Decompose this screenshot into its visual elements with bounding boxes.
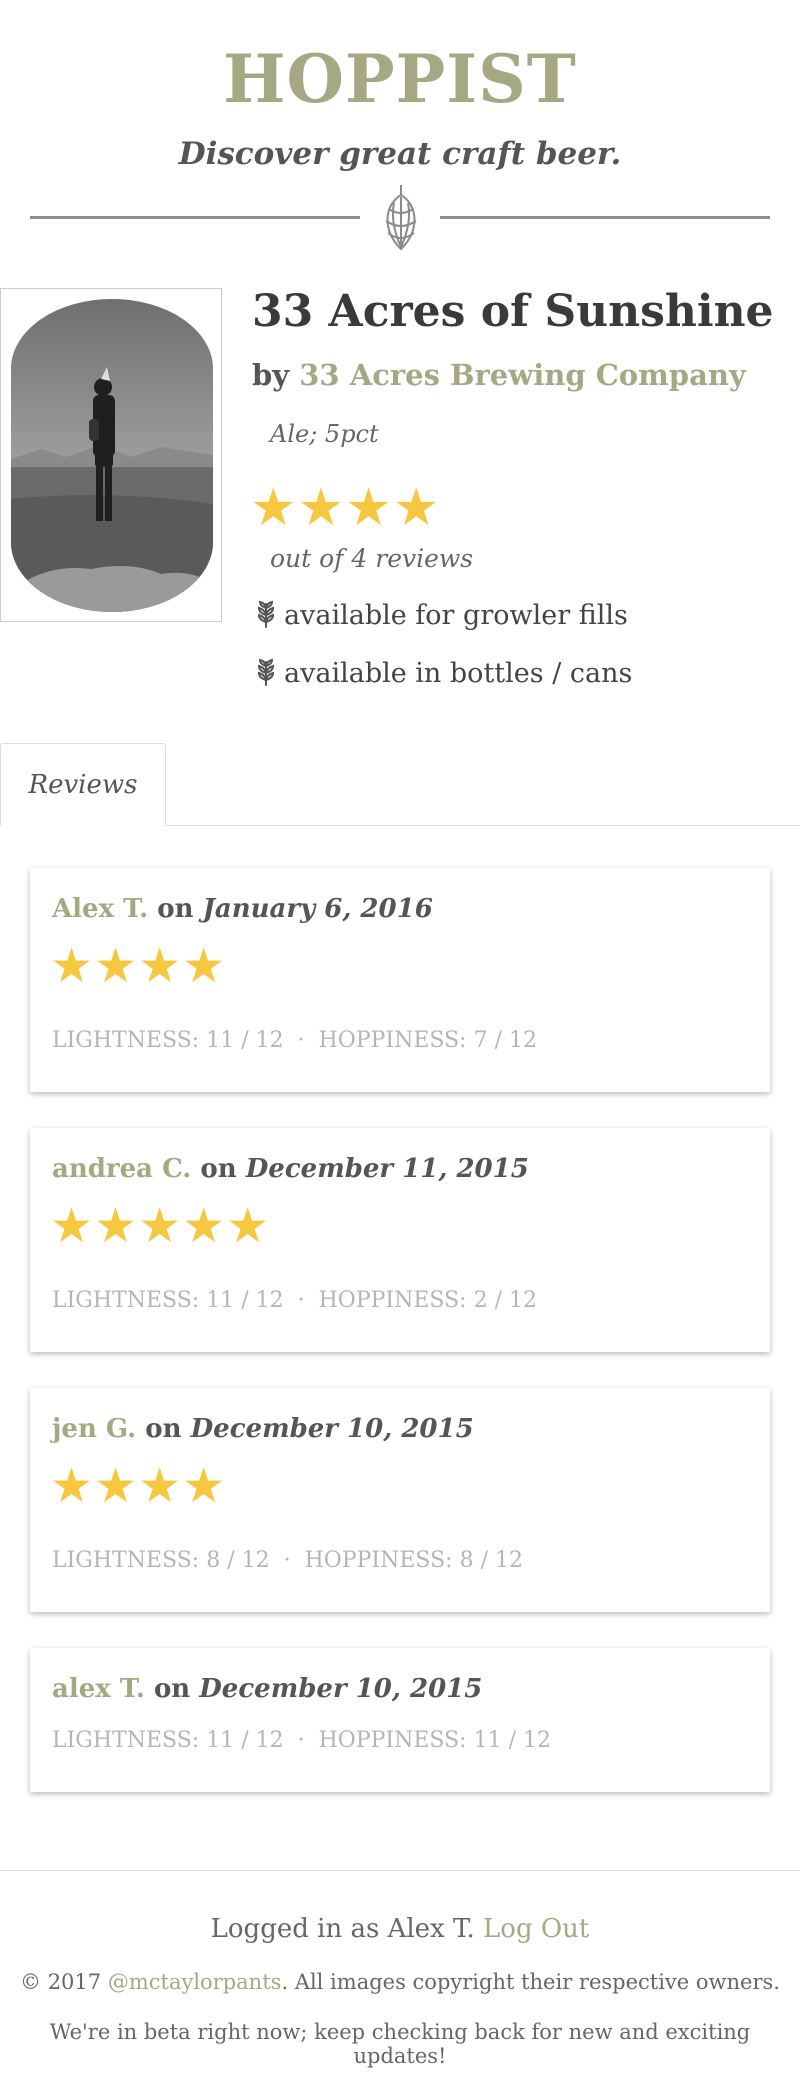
review-header: jen G. on December 10, 2015	[52, 1414, 474, 1444]
hop-icon	[385, 185, 417, 251]
review-header: andrea C. on December 11, 2015	[52, 1154, 529, 1184]
review-hoppiness: HOPPINESS: 11 / 12	[318, 1728, 551, 1753]
review-header: Alex T. on January 6, 2016	[52, 894, 433, 924]
site-logo[interactable]: HOPPIST	[0, 40, 800, 118]
review-hoppiness: HOPPINESS: 8 / 12	[304, 1548, 523, 1573]
brewery-link[interactable]: 33 Acres Brewing Company	[299, 358, 746, 392]
beer-name: 33 Acres of Sunshine	[252, 286, 774, 337]
review-on: on	[157, 894, 194, 924]
review-stars: ★★★★	[50, 1458, 227, 1514]
review-user-link[interactable]: Alex T.	[52, 894, 148, 924]
copyright-suffix: . All images copyright their respective …	[281, 1970, 780, 1994]
review-on: on	[145, 1414, 182, 1444]
metric-separator: ·	[297, 1028, 305, 1053]
review-hoppiness: HOPPINESS: 7 / 12	[318, 1028, 537, 1053]
review-user-link[interactable]: andrea C.	[52, 1154, 191, 1184]
copyright: © 2017 @mctaylorpants. All images copyri…	[0, 1970, 800, 1994]
review-stars: ★★★★	[50, 938, 227, 994]
availability-growler: available for growler fills	[256, 600, 628, 631]
metric-separator: ·	[283, 1548, 291, 1573]
wheat-icon	[257, 658, 275, 686]
header-divider-left	[30, 216, 360, 219]
beer-style: Ale; 5pct	[270, 420, 379, 448]
review-metrics: LIGHTNESS: 8 / 12 · HOPPINESS: 8 / 12	[52, 1548, 523, 1573]
review-card: jen G. on December 10, 2015 ★★★★ LIGHTNE…	[30, 1388, 770, 1612]
metric-separator: ·	[297, 1728, 305, 1753]
review-card: alex T. on December 10, 2015 LIGHTNESS: …	[30, 1648, 770, 1792]
metric-separator: ·	[297, 1288, 305, 1313]
logged-in-text: Logged in as Alex T.	[210, 1914, 475, 1944]
footer-divider	[0, 1870, 800, 1871]
wheat-icon	[257, 600, 275, 628]
review-on: on	[200, 1154, 237, 1184]
beer-photo	[11, 299, 213, 612]
page: HOPPIST Discover great craft beer. 33 Ac…	[0, 0, 800, 2094]
review-metrics: LIGHTNESS: 11 / 12 · HOPPINESS: 2 / 12	[52, 1288, 537, 1313]
beer-photo-frame	[0, 288, 222, 622]
review-header: alex T. on December 10, 2015	[52, 1674, 482, 1704]
author-handle-link[interactable]: @mctaylorpants	[108, 1970, 282, 1994]
by-prefix: by	[252, 358, 290, 392]
review-card: andrea C. on December 11, 2015 ★★★★★ LIG…	[30, 1128, 770, 1352]
review-metrics: LIGHTNESS: 11 / 12 · HOPPINESS: 7 / 12	[52, 1028, 537, 1053]
review-date: December 11, 2015	[245, 1154, 529, 1184]
header-divider-right	[440, 216, 770, 219]
review-on: on	[153, 1674, 191, 1704]
beer-review-count: out of 4 reviews	[270, 544, 474, 573]
review-lightness: LIGHTNESS: 8 / 12	[52, 1548, 270, 1573]
review-lightness: LIGHTNESS: 11 / 12	[52, 1728, 284, 1753]
review-stars: ★★★★★	[50, 1198, 271, 1254]
review-metrics: LIGHTNESS: 11 / 12 · HOPPINESS: 11 / 12	[52, 1728, 551, 1753]
site-tagline: Discover great craft beer.	[178, 136, 622, 172]
review-date: January 6, 2016	[202, 894, 433, 924]
review-lightness: LIGHTNESS: 11 / 12	[52, 1288, 284, 1313]
review-lightness: LIGHTNESS: 11 / 12	[52, 1028, 284, 1053]
logout-link[interactable]: Log Out	[483, 1914, 589, 1944]
availability-growler-label: available for growler fills	[284, 600, 628, 631]
review-date: December 10, 2015	[199, 1674, 483, 1704]
beer-rating-stars: ★★★★	[250, 478, 441, 538]
review-user-link[interactable]: alex T.	[52, 1674, 145, 1704]
availability-bottles: available in bottles / cans	[256, 658, 632, 689]
review-card: Alex T. on January 6, 2016 ★★★★ LIGHTNES…	[30, 868, 770, 1092]
beer-brewery-line: by 33 Acres Brewing Company	[252, 358, 746, 392]
availability-bottles-label: available in bottles / cans	[284, 658, 633, 689]
login-status: Logged in as Alex T. Log Out	[0, 1914, 800, 1944]
review-user-link[interactable]: jen G.	[52, 1414, 136, 1444]
copyright-prefix: © 2017	[20, 1970, 102, 1994]
review-hoppiness: HOPPINESS: 2 / 12	[318, 1288, 537, 1313]
review-date: December 10, 2015	[190, 1414, 474, 1444]
beta-note: We're in beta right now; keep checking b…	[49, 2020, 751, 2068]
tab-reviews[interactable]: Reviews	[0, 743, 166, 826]
